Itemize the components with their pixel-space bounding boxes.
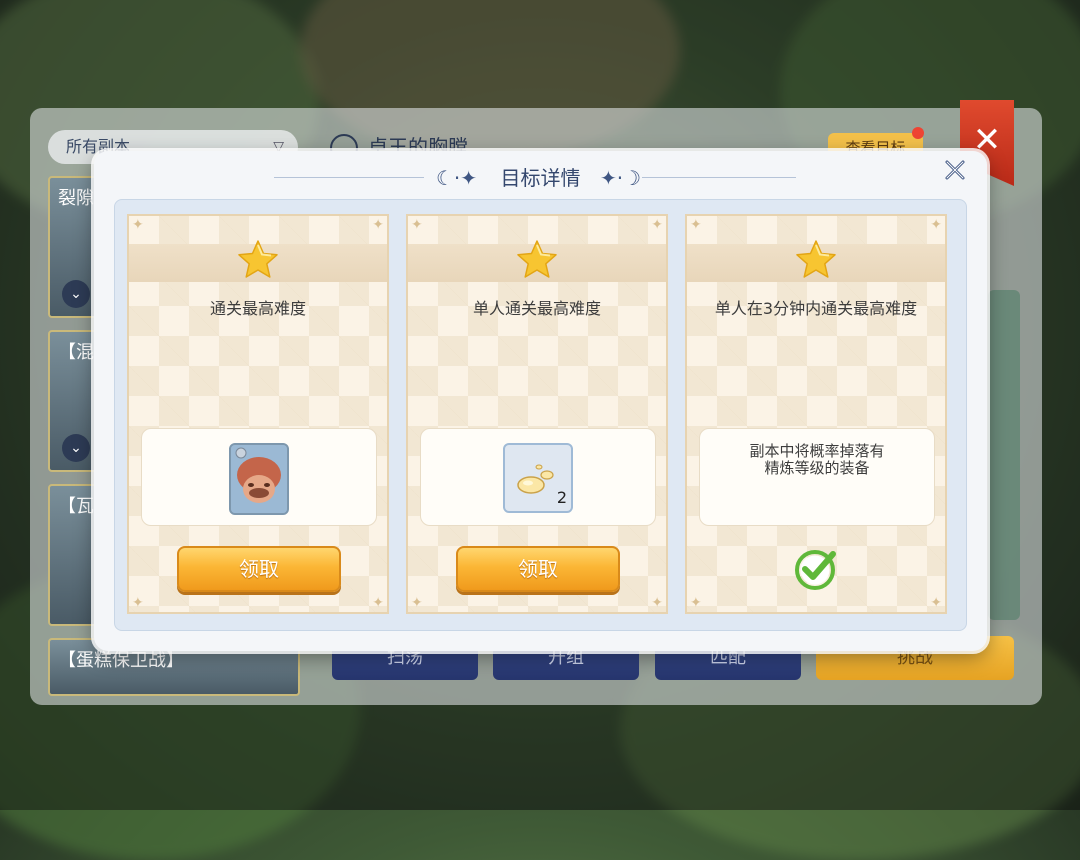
chevron-down-icon[interactable]: ⌄ <box>62 280 90 308</box>
corner-ornament-icon: ✦ <box>651 595 663 611</box>
crescent-ornament-icon: ✦·☽ <box>600 166 642 190</box>
title-divider-right <box>642 177 796 178</box>
reward-box: 2 <box>420 428 656 526</box>
star-icon <box>238 240 278 278</box>
corner-ornament-icon: ✦ <box>132 217 144 233</box>
side-card <box>988 290 1020 620</box>
star-icon <box>517 240 557 278</box>
item-quantity: 2 <box>556 488 567 507</box>
corner-ornament-icon: ✦ <box>930 217 942 233</box>
claim-reward-button[interactable]: 领取 <box>456 546 620 592</box>
corner-ornament-icon: ✦ <box>690 595 702 611</box>
goal-card: ✦ ✦ ✦ ✦ 单人在3分钟内通关最高难度 副本中将概率掉落有 精炼等级的装备 <box>685 214 947 614</box>
goal-card: ✦ ✦ ✦ ✦ 单人通关最高难度 2 领取 <box>406 214 668 614</box>
completed-check-icon <box>795 550 836 590</box>
goal-description: 单人通关最高难度 <box>472 299 601 318</box>
reward-note: 副本中将概率掉落有 精炼等级的装备 <box>700 443 934 477</box>
corner-ornament-icon: ✦ <box>411 217 423 233</box>
claim-reward-button[interactable]: 领取 <box>177 546 341 592</box>
goal-details-dialog: ☾·✦ 目标详情 ✦·☽ ✦ ✦ ✦ ✦ 通关最高难度 领取 ✦ ✦ ✦ ✦ 单… <box>94 151 987 651</box>
goal-description: 单人在3分钟内通关最高难度 <box>714 299 918 318</box>
reward-note-line: 精炼等级的装备 <box>764 459 870 477</box>
reward-note-line: 副本中将概率掉落有 <box>749 442 885 460</box>
dialog-title: 目标详情 <box>500 166 581 190</box>
dungeon-list-item-label: 裂隙 <box>58 188 94 209</box>
corner-ornament-icon: ✦ <box>411 595 423 611</box>
notification-dot <box>912 127 924 139</box>
reward-box <box>141 428 377 526</box>
corner-ornament-icon: ✦ <box>930 595 942 611</box>
star-icon <box>796 240 836 278</box>
corner-ornament-icon: ✦ <box>690 217 702 233</box>
chevron-down-icon[interactable]: ⌄ <box>62 434 90 462</box>
reward-box: 副本中将概率掉落有 精炼等级的装备 <box>699 428 935 526</box>
dungeon-list-item-label: 【蛋糕保卫战】 <box>58 650 184 671</box>
egg-item-icon[interactable]: 2 <box>503 443 573 513</box>
goal-cards-container: ✦ ✦ ✦ ✦ 通关最高难度 领取 ✦ ✦ ✦ ✦ 单人通关最高难度 2 领取 … <box>114 199 967 631</box>
goal-description: 通关最高难度 <box>209 299 306 318</box>
corner-ornament-icon: ✦ <box>651 217 663 233</box>
character-head-item-icon[interactable] <box>229 443 289 515</box>
corner-ornament-icon: ✦ <box>372 217 384 233</box>
dialog-header: ☾·✦ 目标详情 ✦·☽ <box>94 163 987 193</box>
goal-card: ✦ ✦ ✦ ✦ 通关最高难度 领取 <box>127 214 389 614</box>
corner-ornament-icon: ✦ <box>372 595 384 611</box>
close-icon[interactable] <box>942 159 968 185</box>
corner-ornament-icon: ✦ <box>132 595 144 611</box>
